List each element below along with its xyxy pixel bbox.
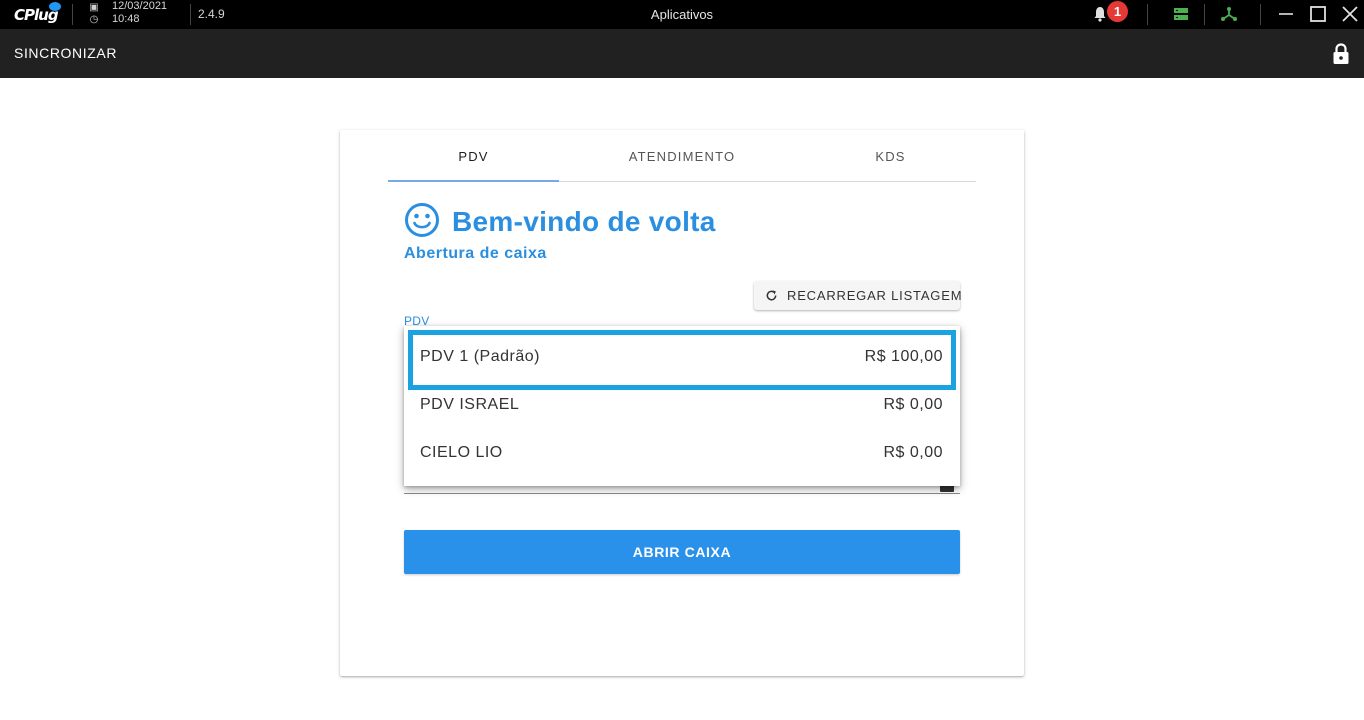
welcome-title: Bem-vindo de volta xyxy=(452,206,716,237)
tab-atendimento[interactable]: ATENDIMENTO xyxy=(592,130,772,182)
pdv-option[interactable]: PDV ISRAEL R$ 0,00 xyxy=(404,382,960,430)
tab-pdv[interactable]: PDV xyxy=(388,130,559,182)
cash-opening-card: PDV ATENDIMENTO KDS Bem-vindo de volta A… xyxy=(340,130,1024,676)
time-text: 10:48 xyxy=(112,13,140,25)
pdv-dropdown-menu: PDV 1 (Padrão) R$ 100,00 PDV ISRAEL R$ 0… xyxy=(404,326,960,486)
divider xyxy=(1204,4,1205,25)
clock-icon: ◷ xyxy=(89,14,99,25)
datetime: 12/03/2021 10:48 xyxy=(112,0,167,26)
pdv-option-name: CIELO LIO xyxy=(420,444,503,461)
bell-icon[interactable] xyxy=(1093,6,1107,22)
divider xyxy=(72,4,73,25)
pdv-option-amount: R$ 0,00 xyxy=(883,444,943,461)
server-icon[interactable] xyxy=(1171,4,1191,24)
cplug-logo: CPlug xyxy=(14,2,62,26)
logo-badge xyxy=(49,2,61,11)
tab-kds[interactable]: KDS xyxy=(818,130,963,182)
divider xyxy=(1147,4,1148,25)
minimize-icon[interactable] xyxy=(1276,4,1296,24)
notification-badge[interactable]: 1 xyxy=(1107,1,1128,22)
reload-list-label: RECARREGAR LISTAGEM xyxy=(787,288,963,303)
pdv-select-underline xyxy=(404,493,960,494)
tab-indicator xyxy=(388,180,559,182)
version-text: 2.4.9 xyxy=(198,7,225,21)
divider xyxy=(1260,4,1261,25)
calendar-icon: ▣ xyxy=(89,2,99,13)
tab-bar: PDV ATENDIMENTO KDS xyxy=(388,130,976,182)
pdv-option-name: PDV 1 (Padrão) xyxy=(420,348,540,365)
sync-button[interactable]: SINCRONIZAR xyxy=(14,45,117,61)
app-header: SINCRONIZAR xyxy=(0,29,1364,78)
pdv-option[interactable]: CIELO LIO R$ 0,00 xyxy=(404,430,960,478)
smiley-icon xyxy=(405,203,439,237)
page-subtitle: Abertura de caixa xyxy=(404,245,547,262)
refresh-icon xyxy=(766,290,777,301)
datetime-icons: ▣ ◷ xyxy=(88,2,100,26)
network-icon[interactable] xyxy=(1219,4,1239,24)
pdv-option-amount: R$ 0,00 xyxy=(883,396,943,413)
close-icon[interactable] xyxy=(1340,4,1360,24)
pdv-option[interactable]: PDV 1 (Padrão) R$ 100,00 xyxy=(404,334,960,382)
pdv-option-name: PDV ISRAEL xyxy=(420,396,520,413)
date-text: 12/03/2021 xyxy=(112,0,168,12)
title-bar: CPlug ▣ ◷ 12/03/2021 10:48 2.4.9 Aplicat… xyxy=(0,0,1364,29)
open-cash-button[interactable]: ABRIR CAIXA xyxy=(404,530,960,574)
pdv-option-amount: R$ 100,00 xyxy=(864,348,943,365)
divider xyxy=(190,4,191,25)
reload-list-button[interactable]: RECARREGAR LISTAGEM xyxy=(754,281,963,310)
maximize-icon[interactable] xyxy=(1308,4,1328,24)
lock-icon[interactable] xyxy=(1331,42,1351,66)
